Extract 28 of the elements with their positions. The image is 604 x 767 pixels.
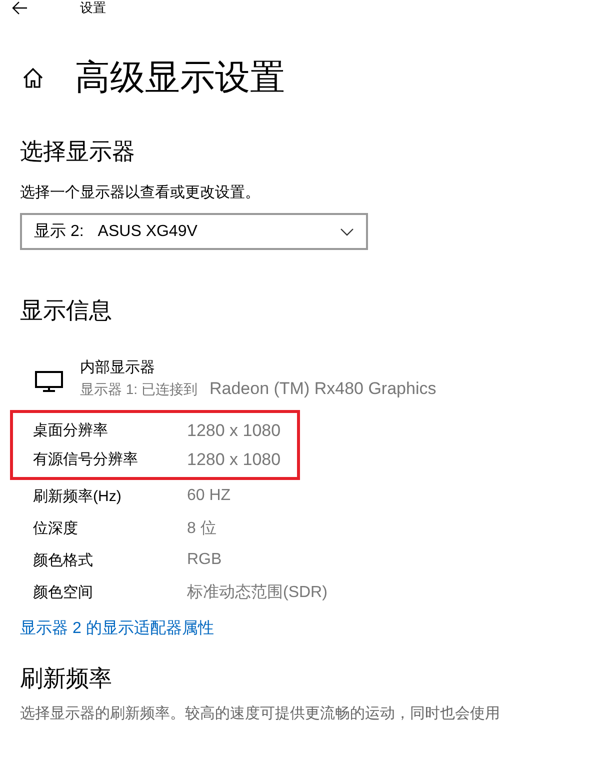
adapter-properties-link[interactable]: 显示器 2 的显示适配器属性	[20, 618, 214, 640]
display-dropdown[interactable]: 显示 2: ASUS XG49V	[20, 213, 368, 250]
info-value: 标准动态范围(SDR)	[187, 582, 328, 602]
info-label: 位深度	[33, 518, 79, 538]
info-value: 60 HZ	[187, 487, 232, 505]
section-heading: 选择显示器	[20, 137, 136, 166]
adapter-name: Radeon (TM) Rx480 Graphics	[209, 378, 436, 400]
page-title: 高级显示设置	[75, 57, 285, 99]
info-value: 8 位	[187, 518, 218, 538]
connection-label: 显示器 1: 已连接到	[80, 380, 198, 399]
section-description: 选择一个显示器以查看或更改设置。	[20, 183, 261, 203]
info-label: 桌面分辨率	[33, 421, 109, 440]
section-heading: 显示信息	[20, 296, 113, 325]
info-label: 颜色格式	[33, 550, 94, 570]
info-label: 刷新频率(Hz)	[33, 486, 122, 506]
app-title: 设置	[80, 0, 106, 17]
info-value: 1280 x 1080	[187, 420, 282, 440]
info-label: 颜色空间	[33, 582, 94, 602]
monitor-name: 内部显示器	[80, 358, 156, 378]
back-arrow-icon[interactable]	[12, 1, 28, 15]
info-label: 有源信号分辨率	[33, 450, 139, 469]
monitor-icon	[35, 370, 63, 392]
section-description: 选择显示器的刷新频率。较高的速度可提供更流畅的运动，同时也会使用	[20, 704, 501, 724]
section-heading: 刷新频率	[20, 664, 113, 693]
info-value: RGB	[187, 551, 223, 569]
info-value: 1280 x 1080	[187, 450, 282, 470]
caret-icon	[340, 228, 354, 236]
home-icon[interactable]	[22, 67, 44, 89]
